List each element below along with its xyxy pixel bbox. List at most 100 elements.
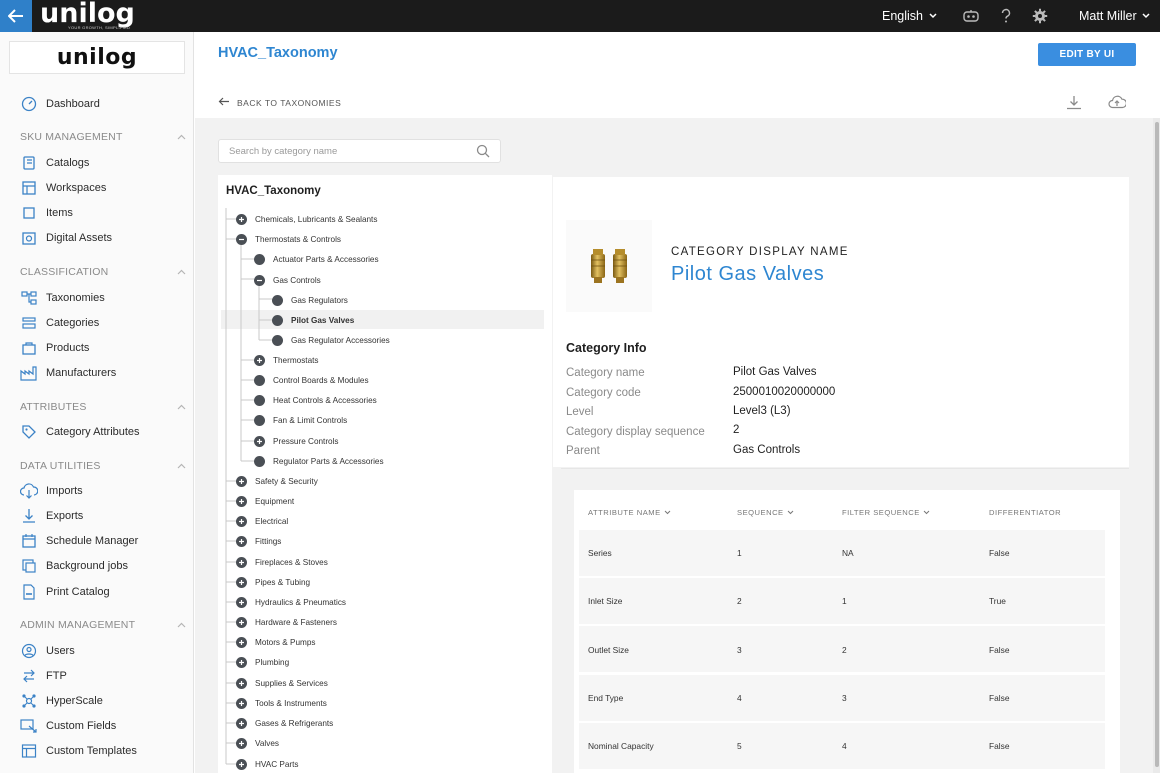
expand-icon[interactable] [236, 576, 247, 588]
column-header-filter-sequence[interactable]: FILTER SEQUENCE [842, 508, 930, 517]
sidebar-item-taxonomies[interactable]: Taxonomies [20, 288, 105, 308]
user-menu[interactable]: Matt Miller [1079, 9, 1150, 23]
settings-button[interactable] [1031, 7, 1049, 25]
sidebar-item-manufacturers[interactable]: Manufacturers [20, 363, 116, 383]
expand-icon[interactable] [236, 495, 247, 507]
sidebar-item-schedule-manager[interactable]: Schedule Manager [20, 531, 138, 551]
expand-icon[interactable] [236, 213, 247, 225]
scrollbar-thumb[interactable] [1155, 122, 1159, 767]
sidebar-item-background-jobs[interactable]: Background jobs [20, 556, 128, 576]
tree-node-safety[interactable]: Safety & Security [236, 473, 318, 489]
expand-icon[interactable] [254, 354, 265, 366]
tree-node-gas-regulators[interactable]: Gas Regulators [272, 292, 348, 308]
tree-node-supplies[interactable]: Supplies & Services [236, 675, 328, 691]
column-header-sequence[interactable]: SEQUENCE [737, 508, 794, 517]
expand-icon[interactable] [236, 737, 247, 749]
help-button[interactable] [997, 7, 1015, 25]
sidebar-item-print-catalog[interactable]: Print Catalog [20, 582, 110, 602]
sidebar-item-items[interactable]: Items [20, 203, 73, 223]
back-arrow-button[interactable] [0, 0, 32, 32]
sidebar-item-users[interactable]: Users [20, 641, 75, 661]
tree-root-label: HVAC_Taxonomy [226, 185, 321, 197]
tree-node-equipment[interactable]: Equipment [236, 493, 294, 509]
sidebar-item-category-attributes[interactable]: Category Attributes [20, 422, 140, 442]
download-button[interactable] [1065, 94, 1083, 110]
differentiator-cell: True [989, 596, 1006, 606]
language-selector[interactable]: English [882, 9, 937, 23]
expand-icon[interactable] [236, 677, 247, 689]
sidebar-item-custom-fields[interactable]: Custom Fields [20, 716, 116, 736]
sidebar-item-custom-templates[interactable]: Custom Templates [20, 741, 137, 761]
tree-node-gas-controls[interactable]: Gas Controls [254, 272, 321, 288]
tree-node-gas-regulator-accessories[interactable]: Gas Regulator Accessories [272, 332, 390, 348]
expand-icon[interactable] [236, 535, 247, 547]
tree-node-motors[interactable]: Motors & Pumps [236, 634, 316, 650]
tree-node-hydraulics[interactable]: Hydraulics & Pneumatics [236, 594, 346, 610]
category-search[interactable] [218, 139, 501, 163]
sidebar-item-products[interactable]: Products [20, 338, 89, 358]
calendar-icon [20, 532, 38, 550]
dashboard-icon [20, 95, 38, 113]
search-icon[interactable] [476, 144, 490, 163]
expand-icon[interactable] [236, 616, 247, 628]
product-icon [20, 339, 38, 357]
tree-node-heat-controls[interactable]: Heat Controls & Accessories [254, 392, 377, 408]
tree-node-control-boards[interactable]: Control Boards & Modules [254, 372, 369, 388]
section-sku-management[interactable]: SKU MANAGEMENT [20, 130, 186, 144]
export-icon [20, 507, 38, 525]
tree-node-electrical[interactable]: Electrical [236, 513, 288, 529]
robot-button[interactable] [962, 7, 980, 25]
expand-icon[interactable] [254, 435, 265, 447]
tree-node-regulator-parts[interactable]: Regulator Parts & Accessories [254, 453, 384, 469]
sidebar-item-exports[interactable]: Exports [20, 506, 83, 526]
tree-node-gases[interactable]: Gases & Refrigerants [236, 715, 333, 731]
section-data-utilities[interactable]: DATA UTILITIES [20, 459, 186, 473]
sidebar-item-catalogs[interactable]: Catalogs [20, 153, 89, 173]
expand-icon[interactable] [236, 717, 247, 729]
column-header-differentiator[interactable]: DIFFERENTIATOR [989, 508, 1061, 517]
tree-node-plumbing[interactable]: Plumbing [236, 654, 289, 670]
sidebar-item-hyperscale[interactable]: HyperScale [20, 691, 103, 711]
sidebar-item-ftp[interactable]: FTP [20, 666, 67, 686]
sidebar-item-workspaces[interactable]: Workspaces [20, 178, 106, 198]
attribute-name-cell: Nominal Capacity [588, 741, 654, 751]
tree-node-chemicals[interactable]: Chemicals, Lubricants & Sealants [236, 211, 377, 227]
sidebar-item-dashboard[interactable]: Dashboard [20, 94, 100, 114]
brand-logo[interactable]: unilog YOUR GROWTH, SIMPLIFIED [36, 0, 140, 31]
tree-node-pressure-controls[interactable]: Pressure Controls [254, 433, 339, 449]
section-attributes[interactable]: ATTRIBUTES [20, 400, 186, 414]
tree-node-pilot-gas-valves[interactable]: Pilot Gas Valves [272, 312, 354, 328]
sidebar-item-digital-assets[interactable]: Digital Assets [20, 228, 112, 248]
tree-node-hardware[interactable]: Hardware & Fasteners [236, 614, 337, 630]
expand-icon[interactable] [236, 758, 247, 770]
expand-icon[interactable] [236, 656, 247, 668]
section-classification[interactable]: CLASSIFICATION [20, 265, 186, 279]
collapse-icon[interactable] [236, 233, 247, 245]
tree-node-thermostats[interactable]: Thermostats [254, 352, 319, 368]
sidebar-item-categories[interactable]: Categories [20, 313, 99, 333]
cloud-upload-button[interactable] [1108, 94, 1126, 110]
tree-node-thermostats-controls[interactable]: Thermostats & Controls [236, 231, 341, 247]
display-sequence-value: 2 [733, 424, 740, 436]
tree-node-fireplaces[interactable]: Fireplaces & Stoves [236, 554, 328, 570]
expand-icon[interactable] [236, 697, 247, 709]
expand-icon[interactable] [236, 475, 247, 487]
tree-node-fan-limit[interactable]: Fan & Limit Controls [254, 412, 347, 428]
back-to-taxonomies-link[interactable]: BACK TO TAXONOMIES [218, 97, 341, 108]
tree-node-pipes[interactable]: Pipes & Tubing [236, 574, 310, 590]
tree-node-fittings[interactable]: Fittings [236, 533, 281, 549]
expand-icon[interactable] [236, 596, 247, 608]
tree-node-hvac-parts[interactable]: HVAC Parts [236, 756, 299, 772]
tree-node-tools[interactable]: Tools & Instruments [236, 695, 327, 711]
expand-icon[interactable] [236, 556, 247, 568]
column-header-attribute-name[interactable]: ATTRIBUTE NAME [588, 508, 671, 517]
expand-icon[interactable] [236, 515, 247, 527]
expand-icon[interactable] [236, 636, 247, 648]
section-admin-management[interactable]: ADMIN MANAGEMENT [20, 618, 186, 632]
category-search-input[interactable] [229, 144, 469, 159]
tree-node-actuator-parts[interactable]: Actuator Parts & Accessories [254, 251, 379, 267]
edit-by-ui-button[interactable]: EDIT BY UI [1038, 43, 1136, 66]
collapse-icon[interactable] [254, 274, 265, 286]
sidebar-item-imports[interactable]: Imports [20, 481, 83, 501]
tree-node-valves[interactable]: Valves [236, 735, 279, 751]
